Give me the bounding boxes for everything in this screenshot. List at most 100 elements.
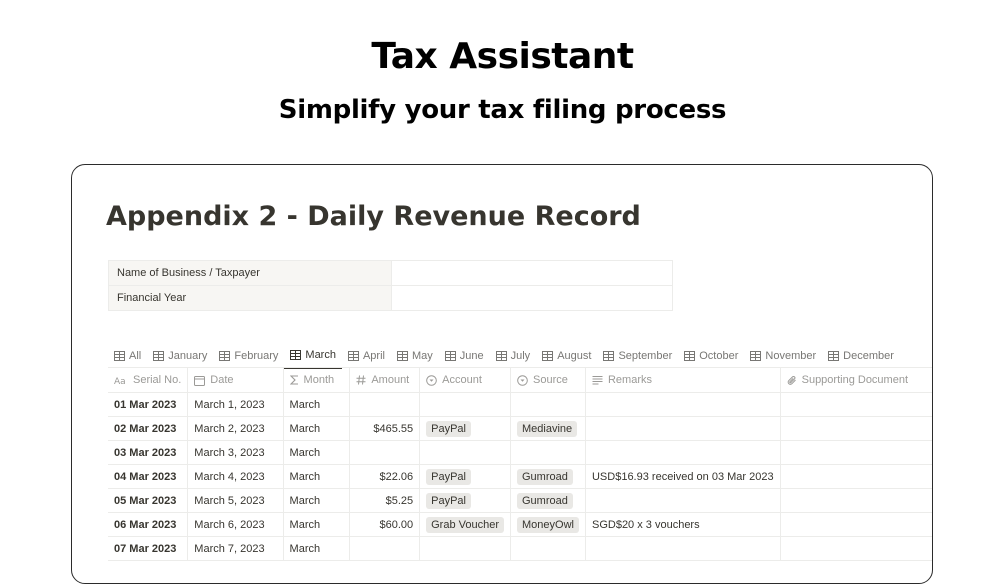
table-row[interactable]: 01 Mar 2023 March 1, 2023 March	[108, 392, 932, 417]
cell-serial[interactable]: 04 Mar 2023	[108, 464, 189, 489]
cell-serial[interactable]: 03 Mar 2023	[108, 440, 189, 465]
cell-account[interactable]: Grab Voucher	[419, 512, 511, 537]
cell-month[interactable]: March	[283, 392, 351, 417]
table-row[interactable]: 04 Mar 2023 March 4, 2023 March $22.06 PayPa…	[108, 464, 932, 489]
cell-account[interactable]: PayPal	[419, 488, 511, 513]
cell-month[interactable]: March	[283, 416, 351, 441]
cell-remarks[interactable]: USD$16.93 received on 03 Mar 2023	[585, 464, 781, 489]
cell-source[interactable]	[510, 440, 586, 465]
cell-amount[interactable]: $60.00	[349, 512, 421, 537]
cell-document[interactable]	[780, 440, 932, 465]
cell-amount[interactable]	[349, 440, 421, 465]
cell-remarks[interactable]	[585, 488, 781, 513]
cell-document[interactable]	[780, 392, 932, 417]
cell-date[interactable]: March 4, 2023	[187, 464, 284, 489]
tab-label: April	[362, 350, 385, 362]
cell-remarks[interactable]	[585, 392, 781, 417]
column-header-amount[interactable]: Amount	[349, 367, 421, 393]
cell-account[interactable]: PayPal	[419, 416, 511, 441]
info-value-business-name[interactable]	[391, 260, 673, 286]
cell-serial[interactable]: 06 Mar 2023	[108, 512, 189, 537]
column-header-account[interactable]: Account	[419, 367, 511, 393]
cell-amount[interactable]	[349, 392, 421, 417]
cell-month[interactable]: March	[283, 536, 351, 561]
tab-november[interactable]: November	[744, 343, 822, 369]
page-title: Appendix 2 - Daily Revenue Record	[106, 201, 641, 232]
cell-source[interactable]: Gumroad	[510, 464, 586, 489]
cell-source[interactable]	[510, 536, 586, 561]
cell-document[interactable]	[780, 416, 932, 441]
cell-remarks[interactable]	[585, 440, 781, 465]
tab-april[interactable]: April	[342, 343, 391, 369]
table-row[interactable]: 05 Mar 2023 March 5, 2023 March $5.25 PayPal…	[108, 488, 932, 513]
cell-amount[interactable]: $22.06	[349, 464, 421, 489]
cell-amount[interactable]: $465.55	[349, 416, 421, 441]
cell-source[interactable]: Gumroad	[510, 488, 586, 513]
cell-serial[interactable]: 07 Mar 2023	[108, 536, 189, 561]
tab-october[interactable]: October	[678, 343, 744, 369]
cell-account[interactable]	[419, 392, 511, 417]
cell-source[interactable]: Mediavine	[510, 416, 586, 441]
cell-account[interactable]	[419, 536, 511, 561]
cell-remarks[interactable]	[585, 536, 781, 561]
column-header-document[interactable]: Supporting Document	[780, 367, 932, 393]
cell-date[interactable]: March 3, 2023	[187, 440, 284, 465]
tab-march[interactable]: March	[284, 343, 342, 369]
column-header-label: Serial No.	[133, 374, 182, 386]
info-value-financial-year[interactable]	[391, 285, 673, 311]
column-header-month[interactable]: Month	[283, 367, 351, 393]
paperclip-icon	[787, 375, 797, 386]
column-header-remarks[interactable]: Remarks	[585, 367, 781, 393]
tab-january[interactable]: January	[147, 343, 213, 369]
tab-february[interactable]: February	[213, 343, 284, 369]
cell-source[interactable]	[510, 392, 586, 417]
cell-date[interactable]: March 2, 2023	[187, 416, 284, 441]
table-row[interactable]: 06 Mar 2023 March 6, 2023 March $60.00 Grab …	[108, 512, 932, 537]
column-header-label: Amount	[371, 374, 410, 386]
cell-document[interactable]	[780, 536, 932, 561]
column-header-serial[interactable]: Aa Serial No.	[108, 367, 189, 393]
table-row[interactable]: 07 Mar 2023 March 7, 2023 March	[108, 536, 932, 561]
tab-december[interactable]: December	[822, 343, 900, 369]
table-row[interactable]: 02 Mar 2023 March 2, 2023 March $465.55 PayP…	[108, 416, 932, 441]
tab-june[interactable]: June	[439, 343, 490, 369]
table-icon	[153, 351, 165, 361]
cell-serial[interactable]: 05 Mar 2023	[108, 488, 189, 513]
tab-may[interactable]: May	[391, 343, 439, 369]
cell-month[interactable]: March	[283, 512, 351, 537]
cell-remarks[interactable]: SGD$20 x 3 vouchers	[585, 512, 781, 537]
tab-label: May	[411, 350, 433, 362]
tab-september[interactable]: September	[597, 343, 678, 369]
hero-title: Tax Assistant	[371, 36, 634, 77]
cell-date[interactable]: March 6, 2023	[187, 512, 284, 537]
cell-account[interactable]: PayPal	[419, 464, 511, 489]
tab-july[interactable]: July	[490, 343, 537, 369]
cell-remarks[interactable]	[585, 416, 781, 441]
cell-document[interactable]	[780, 464, 932, 489]
cell-account[interactable]	[419, 440, 511, 465]
cell-document[interactable]	[780, 488, 932, 513]
lines-icon	[592, 375, 603, 385]
notion-window: Appendix 2 - Daily Revenue Record Name o…	[71, 164, 933, 584]
cell-date[interactable]: March 7, 2023	[187, 536, 284, 561]
cell-source[interactable]: MoneyOwl	[510, 512, 586, 537]
cell-amount[interactable]: $5.25	[349, 488, 421, 513]
table-header-row: Aa Serial No. Date Month Amount Account Source…	[108, 367, 932, 393]
cell-date[interactable]: March 5, 2023	[187, 488, 284, 513]
cell-serial[interactable]: 01 Mar 2023	[108, 392, 189, 417]
cell-date[interactable]: March 1, 2023	[187, 392, 284, 417]
cell-month[interactable]: March	[283, 464, 351, 489]
cell-serial[interactable]: 02 Mar 2023	[108, 416, 189, 441]
table-icon	[750, 351, 762, 361]
cell-document[interactable]	[780, 512, 932, 537]
table-row[interactable]: 03 Mar 2023 March 3, 2023 March	[108, 440, 932, 465]
cell-month[interactable]: March	[283, 488, 351, 513]
tab-all[interactable]: All	[108, 343, 147, 369]
cell-month[interactable]: March	[283, 440, 351, 465]
column-header-date[interactable]: Date	[187, 367, 284, 393]
cell-amount[interactable]	[349, 536, 421, 561]
svg-text:Aa: Aa	[114, 377, 126, 385]
column-header-source[interactable]: Source	[510, 367, 586, 393]
tab-august[interactable]: August	[536, 343, 597, 369]
table-icon	[542, 351, 554, 361]
